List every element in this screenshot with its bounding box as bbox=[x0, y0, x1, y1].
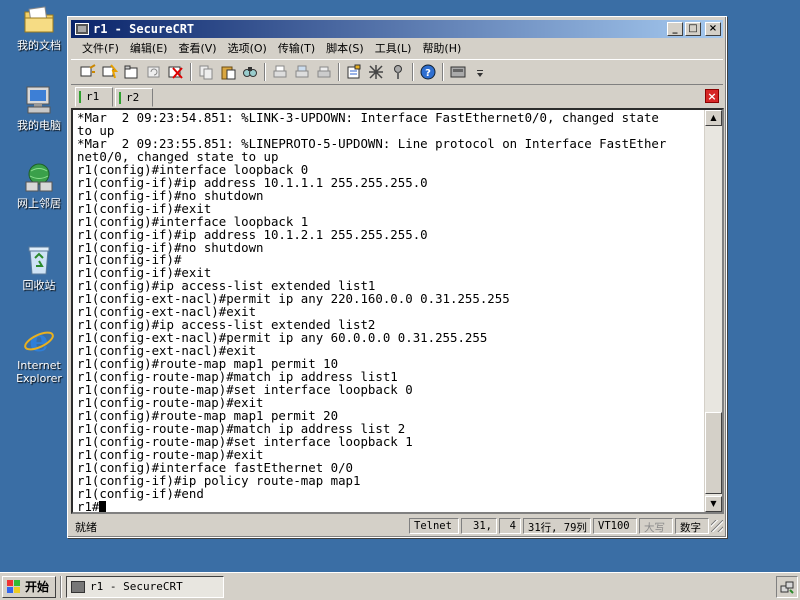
tab-status-mark bbox=[79, 91, 81, 103]
tab-label: r1 bbox=[86, 90, 100, 103]
terminal-prompt: r1# bbox=[77, 498, 100, 512]
taskbar-item-securecrt[interactable]: r1 - SecureCRT bbox=[66, 575, 225, 598]
menu-bar: 文件(F) 编辑(E) 查看(V) 选项(O) 传输(T) 脚本(S) 工具(L… bbox=[71, 39, 723, 57]
sftp-icon[interactable] bbox=[447, 62, 469, 82]
tab-r1[interactable]: r1 bbox=[75, 87, 113, 107]
print-selection-icon[interactable] bbox=[291, 62, 313, 82]
session-options-icon[interactable] bbox=[343, 62, 365, 82]
toolbar-separator bbox=[338, 63, 340, 81]
scroll-thumb[interactable] bbox=[705, 412, 722, 494]
terminal-frame: *Mar 2 09:23:54.851: %LINK-3-UPDOWN: Int… bbox=[71, 108, 724, 514]
menu-transfer[interactable]: 传输(T) bbox=[275, 40, 323, 56]
desktop-icon-label: 我的电脑 bbox=[17, 119, 61, 132]
desktop-icon-my-computer[interactable]: 我的电脑 bbox=[10, 84, 68, 132]
window-controls: _ □ × bbox=[667, 22, 721, 36]
start-label: 开始 bbox=[25, 580, 50, 594]
global-options-icon[interactable] bbox=[365, 62, 387, 82]
my-computer-icon bbox=[22, 84, 56, 116]
status-emulation: VT100 bbox=[593, 518, 637, 534]
svg-text:?: ? bbox=[425, 68, 431, 79]
securecrt-window: r1 - SecureCRT _ □ × 文件(F) 编辑(E) 查看(V) 选… bbox=[67, 16, 727, 538]
copy-icon[interactable] bbox=[195, 62, 217, 82]
more-icon[interactable] bbox=[469, 62, 491, 82]
close-tab-button[interactable]: × bbox=[705, 89, 719, 103]
reconnect-icon[interactable] bbox=[143, 62, 165, 82]
status-bar: 就绪 Telnet 31, 4 31行, 79列 VT100 大写 数字 bbox=[71, 517, 723, 535]
title-bar[interactable]: r1 - SecureCRT _ □ × bbox=[71, 20, 723, 38]
status-caps: 大写 bbox=[639, 518, 673, 534]
network-places-icon bbox=[22, 162, 56, 194]
toolbar: ? bbox=[71, 59, 723, 85]
paste-icon[interactable] bbox=[217, 62, 239, 82]
desktop-icon-label: Internet Explorer bbox=[16, 359, 62, 385]
terminal-line: *Mar 2 09:23:54.851: %LINK-3-UPDOWN: Int… bbox=[77, 110, 659, 125]
maximize-button[interactable]: □ bbox=[685, 22, 701, 36]
print-icon[interactable] bbox=[269, 62, 291, 82]
taskbar: 开始 r1 - SecureCRT bbox=[0, 572, 800, 600]
minimize-button[interactable]: _ bbox=[667, 22, 683, 36]
tab-label: r2 bbox=[126, 91, 140, 104]
session-tabs: r1 r2 × bbox=[71, 87, 723, 107]
scroll-up-button[interactable]: ▲ bbox=[705, 110, 722, 126]
desktop-icon-label: 我的文档 bbox=[17, 39, 61, 52]
menu-options[interactable]: 选项(O) bbox=[225, 40, 275, 56]
my-documents-icon bbox=[22, 4, 56, 36]
keymap-icon[interactable] bbox=[387, 62, 409, 82]
start-button[interactable]: 开始 bbox=[2, 575, 57, 598]
internet-explorer-icon: e bbox=[22, 324, 56, 359]
toolbar-separator bbox=[264, 63, 266, 81]
find-icon[interactable] bbox=[239, 62, 261, 82]
status-protocol: Telnet bbox=[409, 518, 459, 534]
windows-logo-icon bbox=[7, 579, 21, 594]
desktop-icon-network-places[interactable]: 网上邻居 bbox=[10, 162, 68, 210]
terminal-output[interactable]: *Mar 2 09:23:54.851: %LINK-3-UPDOWN: Int… bbox=[73, 110, 704, 512]
connect-tab-icon[interactable] bbox=[121, 62, 143, 82]
desktop-icon-label: 回收站 bbox=[22, 279, 56, 292]
securecrt-task-icon bbox=[71, 580, 86, 593]
menu-tools[interactable]: 工具(L) bbox=[372, 40, 420, 56]
disconnect-icon[interactable] bbox=[165, 62, 187, 82]
tab-status-mark bbox=[119, 92, 121, 104]
print-setup-icon[interactable] bbox=[313, 62, 335, 82]
status-size: 31行, 79列 bbox=[523, 518, 591, 534]
window-title: r1 - SecureCRT bbox=[93, 22, 195, 36]
terminal-prompt-line: r1# bbox=[77, 498, 700, 512]
desktop-icon-my-documents[interactable]: 我的文档 bbox=[10, 4, 68, 52]
terminal-cursor bbox=[99, 500, 107, 512]
terminal-line: r1(config-if)#end bbox=[77, 485, 204, 501]
menu-script[interactable]: 脚本(S) bbox=[323, 40, 372, 56]
menu-help[interactable]: 帮助(H) bbox=[419, 40, 469, 56]
connect-icon[interactable] bbox=[77, 62, 99, 82]
svg-text:e: e bbox=[29, 324, 48, 356]
menu-file[interactable]: 文件(F) bbox=[79, 40, 127, 56]
scroll-down-button[interactable]: ▼ bbox=[705, 496, 722, 512]
securecrt-app-icon bbox=[75, 23, 89, 35]
close-button[interactable]: × bbox=[705, 22, 721, 36]
status-ready: 就绪 bbox=[75, 521, 97, 534]
status-row: 31, bbox=[461, 518, 497, 534]
menu-edit[interactable]: 编辑(E) bbox=[127, 40, 176, 56]
vertical-scrollbar[interactable]: ▲ ▼ bbox=[704, 110, 722, 512]
status-col: 4 bbox=[499, 518, 521, 534]
taskbar-item-label: r1 - SecureCRT bbox=[90, 580, 183, 593]
desktop-icon-internet-explorer[interactable]: e Internet Explorer bbox=[10, 324, 68, 385]
status-num: 数字 bbox=[675, 518, 709, 534]
toolbar-separator bbox=[442, 63, 444, 81]
desktop-icon-label: 网上邻居 bbox=[17, 197, 61, 210]
help-icon[interactable]: ? bbox=[417, 62, 439, 82]
desktop-icon-recycle-bin[interactable]: 回收站 bbox=[10, 244, 68, 292]
tab-r2[interactable]: r2 bbox=[115, 88, 153, 107]
tray-network-icon[interactable] bbox=[776, 576, 798, 598]
menu-view[interactable]: 查看(V) bbox=[175, 40, 224, 56]
recycle-bin-icon bbox=[22, 244, 56, 276]
resize-grip[interactable] bbox=[711, 520, 723, 532]
toolbar-separator bbox=[412, 63, 414, 81]
toolbar-separator bbox=[190, 63, 192, 81]
quick-connect-icon[interactable] bbox=[99, 62, 121, 82]
taskbar-separator bbox=[60, 575, 63, 598]
